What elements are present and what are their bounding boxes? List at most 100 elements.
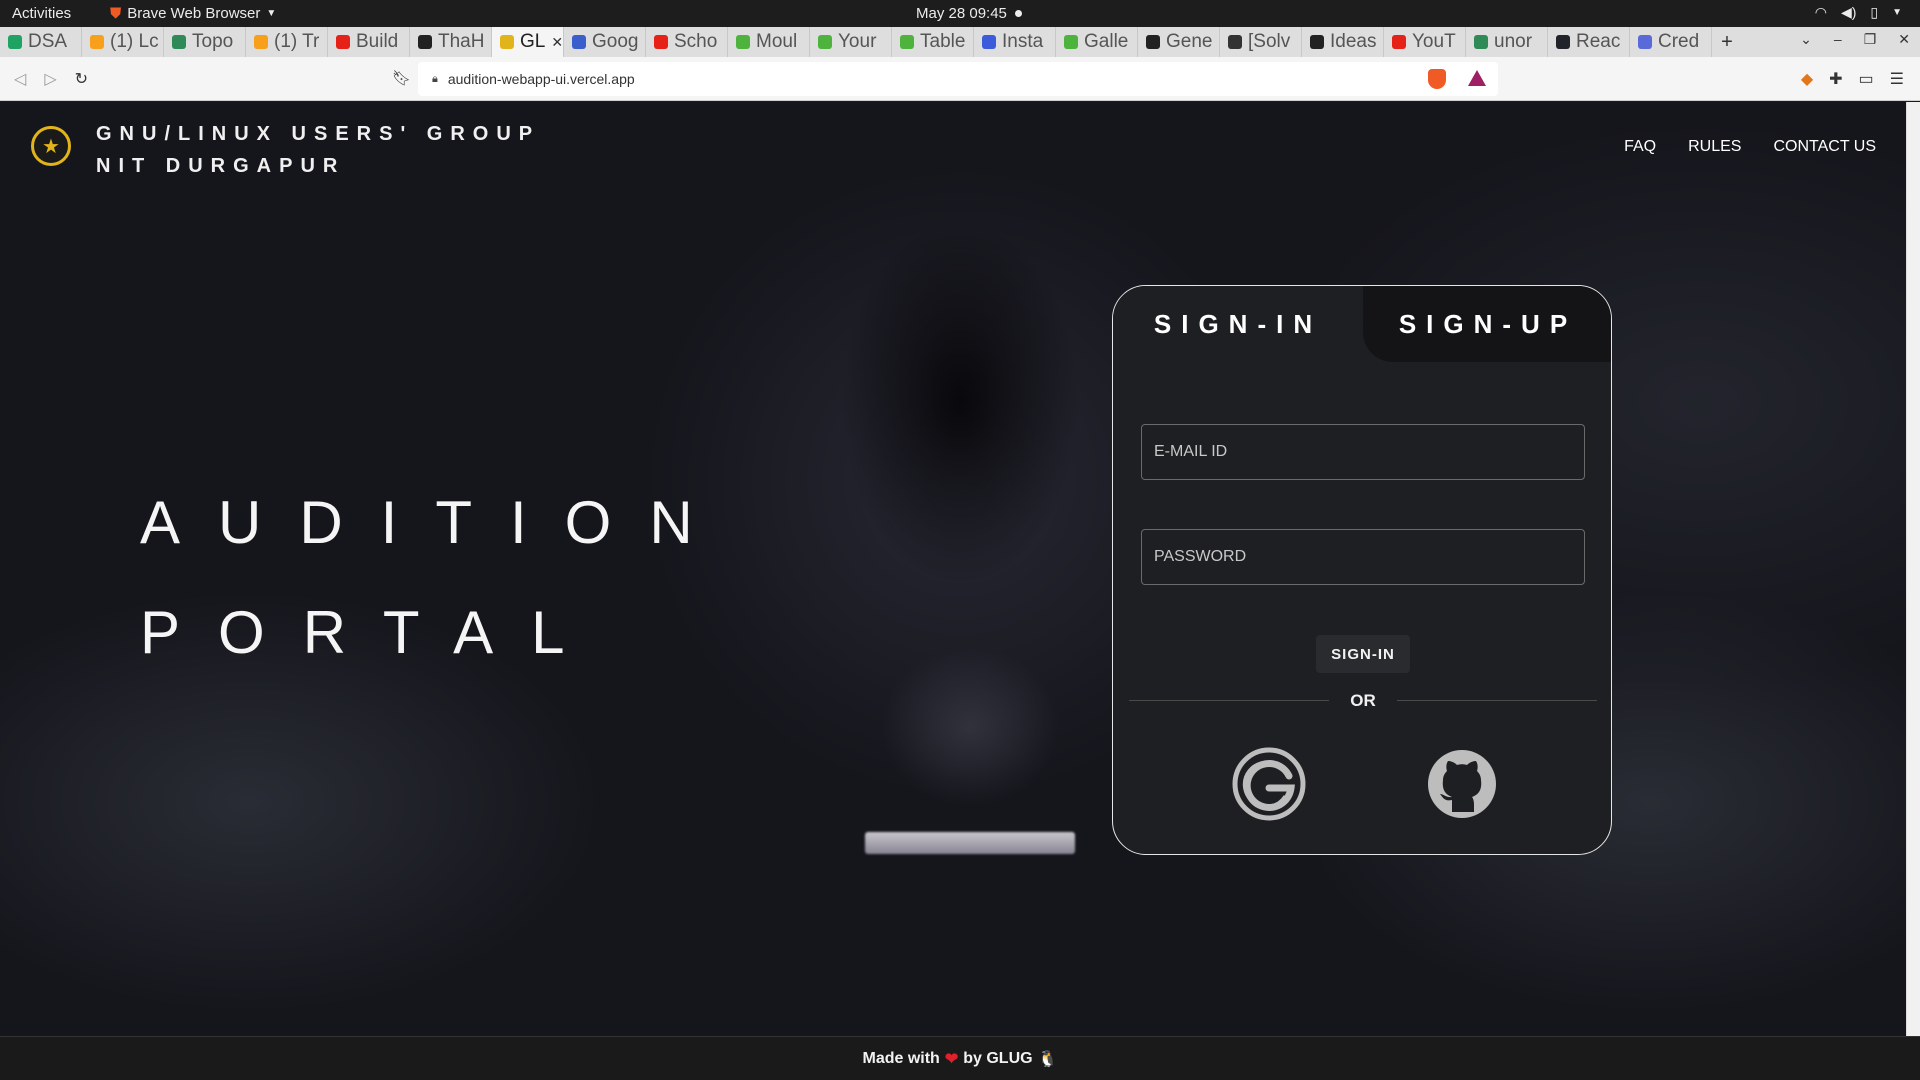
sign-in-button[interactable]: SIGN-IN bbox=[1316, 635, 1410, 673]
browser-tab[interactable]: Ideas bbox=[1302, 27, 1384, 57]
lock-icon: 🔒︎ bbox=[432, 72, 438, 85]
system-tray[interactable]: ◠ ◀) ▯ ▼ bbox=[1815, 4, 1902, 21]
tab-sign-in[interactable]: SIGN-IN bbox=[1113, 286, 1363, 362]
browser-tab[interactable]: Reac bbox=[1548, 27, 1630, 57]
background-light bbox=[865, 832, 1075, 854]
browser-tab[interactable]: ThaH bbox=[410, 27, 492, 57]
browser-tab[interactable]: GL ✕ bbox=[492, 27, 564, 57]
app-menu[interactable]: ⛊ Brave Web Browser ▼ bbox=[110, 5, 276, 22]
browser-tab[interactable]: Build bbox=[328, 27, 410, 57]
doc-icon bbox=[1228, 35, 1242, 49]
browser-tab[interactable]: (1) Tr bbox=[246, 27, 328, 57]
close-window-icon[interactable]: ✕ bbox=[1898, 31, 1910, 48]
background-tunnel bbox=[880, 647, 1060, 807]
tab-label: Build bbox=[356, 31, 399, 52]
new-tab-button[interactable]: + bbox=[1712, 31, 1742, 54]
loop-icon bbox=[172, 35, 186, 49]
browser-tab[interactable]: YouT bbox=[1384, 27, 1466, 57]
tab-label: Reac bbox=[1576, 31, 1621, 52]
tab-label: Topo bbox=[192, 31, 234, 52]
browser-tab[interactable]: (1) Lc bbox=[82, 27, 164, 57]
footer-by-glug: by GLUG bbox=[963, 1049, 1033, 1067]
brave-rewards-icon[interactable] bbox=[1468, 70, 1486, 86]
tab-list-icon[interactable]: ⌄ bbox=[1800, 31, 1812, 48]
browser-tab[interactable]: Table bbox=[892, 27, 974, 57]
tab-label: Goog bbox=[592, 31, 639, 52]
leetcode-icon bbox=[90, 35, 104, 49]
youtube-icon bbox=[1392, 35, 1406, 49]
tab-label: Gene bbox=[1166, 31, 1213, 52]
close-tab-icon[interactable]: ✕ bbox=[551, 34, 563, 51]
page-scrollbar[interactable] bbox=[1906, 102, 1920, 1036]
glug-icon bbox=[500, 35, 514, 49]
email-field[interactable] bbox=[1141, 424, 1585, 480]
tab-label: (1) Lc bbox=[110, 31, 159, 52]
activities-button[interactable]: Activities bbox=[12, 5, 71, 22]
notification-dot-icon bbox=[1014, 10, 1022, 17]
browser-tab[interactable]: DSA bbox=[0, 27, 82, 57]
loop-icon bbox=[1474, 35, 1488, 49]
glug-logo-icon[interactable]: ★ bbox=[31, 126, 71, 166]
chrome-icon bbox=[572, 35, 586, 49]
wave-icon bbox=[982, 35, 996, 49]
browser-tab[interactable]: Galle bbox=[1056, 27, 1138, 57]
browser-tab[interactable]: Gene bbox=[1138, 27, 1220, 57]
navigation-bar: ◁ ▷ ↻ 🔖︎ 🔒︎ audition-webapp-ui.vercel.ap… bbox=[0, 57, 1920, 101]
nav-faq[interactable]: FAQ bbox=[1624, 138, 1656, 156]
window-controls: ⌄ – ❐ ✕ bbox=[1800, 31, 1910, 48]
github-icon[interactable] bbox=[1424, 746, 1500, 822]
menu-icon[interactable]: ☰ bbox=[1890, 69, 1904, 89]
browser-tab[interactable]: Cred bbox=[1630, 27, 1712, 57]
browser-tab[interactable]: Goog bbox=[564, 27, 646, 57]
restore-icon[interactable]: ❐ bbox=[1864, 31, 1877, 48]
wallet-icon[interactable]: ▭ bbox=[1859, 69, 1874, 89]
brave-shields-icon[interactable] bbox=[1428, 69, 1446, 89]
penguin-icon: 🐧 bbox=[1037, 1050, 1058, 1068]
tab-label: Table bbox=[920, 31, 966, 52]
leetcode-icon bbox=[254, 35, 268, 49]
back-icon[interactable]: ◁ bbox=[14, 69, 26, 89]
nav-contact-us[interactable]: CONTACT US bbox=[1773, 138, 1876, 156]
tab-label: Cred bbox=[1658, 31, 1700, 52]
site-footer: Made with ❤ by GLUG 🐧 bbox=[0, 1036, 1920, 1080]
tab-label: Moul bbox=[756, 31, 798, 52]
metamask-icon[interactable]: ◆ bbox=[1801, 69, 1813, 89]
youtube-icon bbox=[336, 35, 350, 49]
puzzle-icon[interactable]: ✚ bbox=[1829, 69, 1842, 89]
reload-icon[interactable]: ↻ bbox=[75, 69, 88, 89]
tab-label: Galle bbox=[1084, 31, 1129, 52]
github-icon bbox=[418, 35, 432, 49]
chevron-down-icon: ▼ bbox=[1892, 7, 1902, 18]
browser-tab[interactable]: Topo bbox=[164, 27, 246, 57]
nav-rules[interactable]: RULES bbox=[1688, 138, 1741, 156]
mongodb-icon bbox=[900, 35, 914, 49]
bookmark-icon[interactable]: 🔖︎ bbox=[392, 69, 411, 87]
mongodb-icon bbox=[1064, 35, 1078, 49]
github-icon bbox=[1310, 35, 1324, 49]
tab-label: Your bbox=[838, 31, 877, 52]
browser-tab[interactable]: Scho bbox=[646, 27, 728, 57]
google-icon[interactable] bbox=[1231, 746, 1307, 822]
extensions-area: ◆ ✚ ▭ ☰ bbox=[1801, 69, 1904, 89]
tab-sign-up[interactable]: SIGN-UP bbox=[1363, 286, 1611, 362]
password-field[interactable] bbox=[1141, 529, 1585, 585]
site-nav: FAQ RULES CONTACT US bbox=[1624, 138, 1876, 156]
browser-tab[interactable]: Your bbox=[810, 27, 892, 57]
browser-tab[interactable]: Moul bbox=[728, 27, 810, 57]
minimize-icon[interactable]: – bbox=[1834, 31, 1842, 48]
clock[interactable]: May 28 09:45 bbox=[916, 5, 1022, 22]
chevron-down-icon: ▼ bbox=[266, 8, 277, 19]
auth-card: SIGN-IN SIGN-UP SIGN-IN OR bbox=[1112, 285, 1612, 855]
clock-text: May 28 09:45 bbox=[916, 5, 1007, 22]
address-bar[interactable]: 🔒︎ audition-webapp-ui.vercel.app bbox=[418, 62, 1498, 96]
browser-tab[interactable]: unor bbox=[1466, 27, 1548, 57]
footer-made-with: Made with bbox=[862, 1049, 940, 1067]
tab-label: YouT bbox=[1412, 31, 1456, 52]
browser-tab[interactable]: Insta bbox=[974, 27, 1056, 57]
browser-tab[interactable]: [Solv bbox=[1220, 27, 1302, 57]
tab-label: Insta bbox=[1002, 31, 1044, 52]
org-title: GNU/LINUX USERS' GROUP NIT DURGAPUR bbox=[96, 118, 540, 182]
react-icon bbox=[1556, 35, 1570, 49]
hero-line-1: AUDITION bbox=[140, 489, 731, 556]
forward-icon[interactable]: ▷ bbox=[44, 69, 56, 89]
